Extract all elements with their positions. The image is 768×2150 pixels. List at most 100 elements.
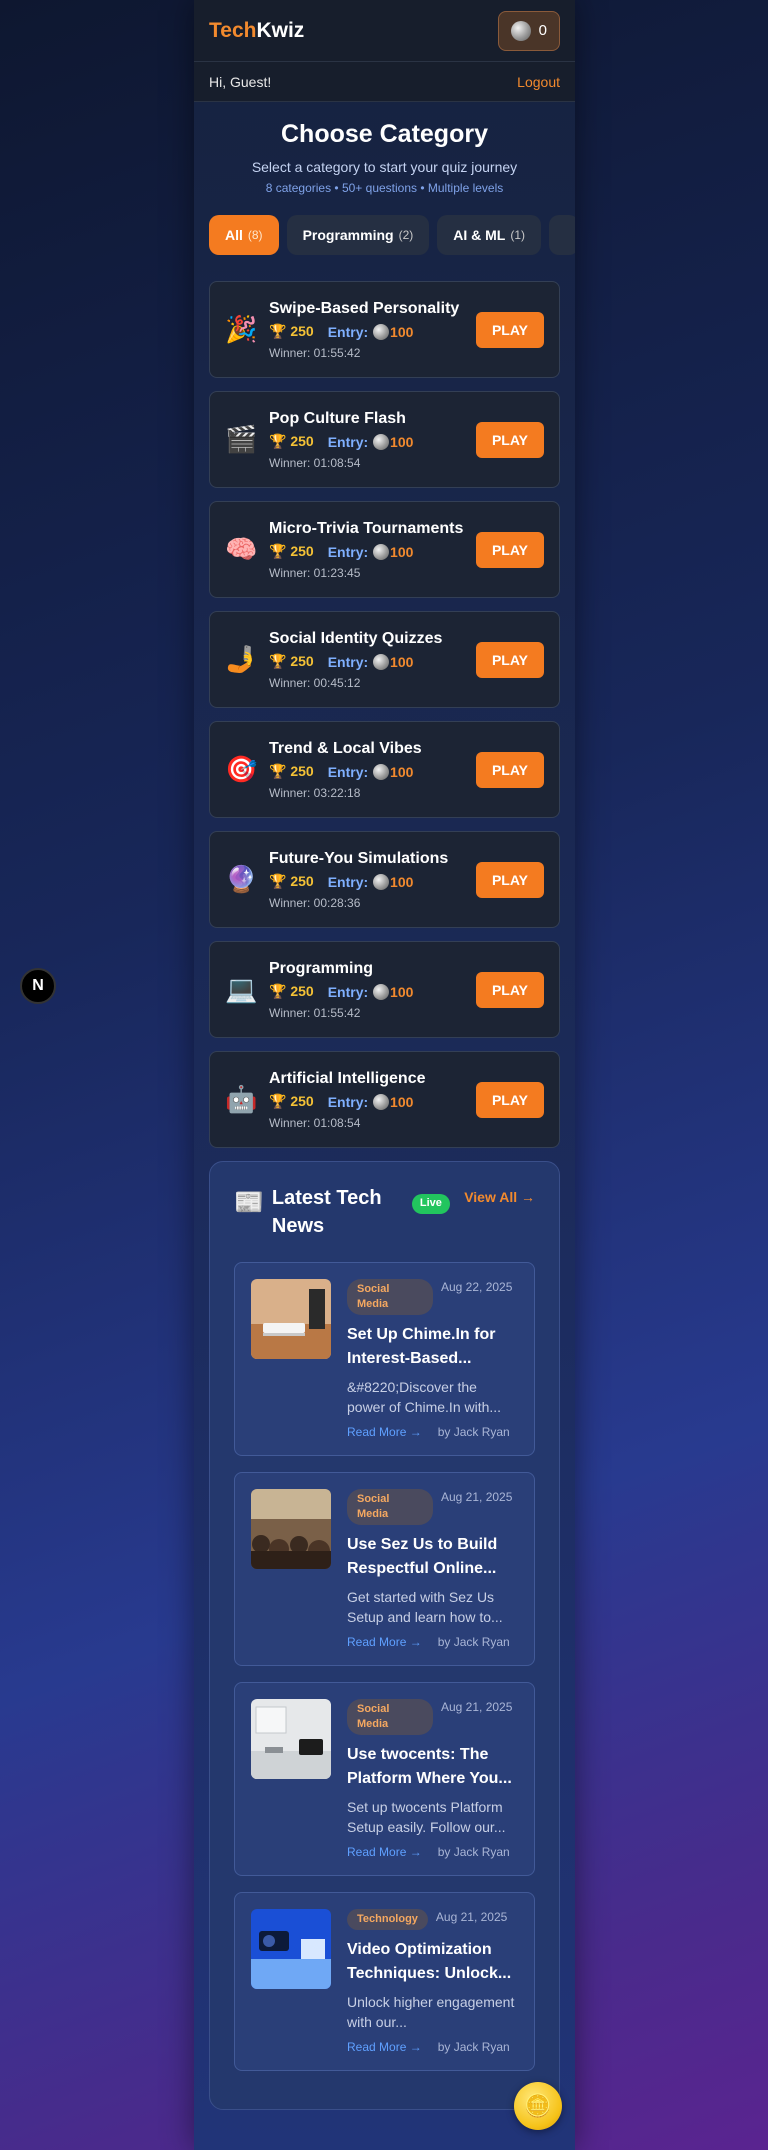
quiz-card[interactable]: 🤳 Social Identity Quizzes 🏆 250 Entry: 1… — [209, 611, 560, 708]
play-button[interactable]: PLAY — [476, 861, 544, 898]
tab-count: (2) — [398, 228, 414, 242]
tab-programming[interactable]: Programming (2) — [286, 215, 430, 255]
category-badge: Technology — [347, 1909, 428, 1930]
entry-fee: Entry: 100 — [328, 873, 414, 890]
prize-value: 250 — [290, 653, 314, 669]
article-meta: Technology Aug 21, 2025 — [347, 1909, 518, 1930]
live-badge: Live — [411, 1194, 450, 1214]
article-date: Aug 21, 2025 — [441, 1700, 513, 1714]
quiz-card[interactable]: 🎬 Pop Culture Flash 🏆 250 Entry: 100 Win… — [209, 391, 560, 488]
tab-all[interactable]: All (8) — [209, 215, 279, 255]
page-meta: 8 categories • 50+ questions • Multiple … — [265, 181, 504, 195]
article-title[interactable]: Video Optimization Techniques: Unlock... — [347, 1938, 518, 1986]
selfie-icon: 🤳 — [225, 644, 258, 674]
entry-value: 100 — [390, 1093, 414, 1110]
play-button[interactable]: PLAY — [476, 531, 544, 568]
entry-fee: Entry: 100 — [327, 983, 413, 1000]
winner-time: Winner: 01:55:42 — [269, 346, 361, 360]
logout-link[interactable]: Logout — [517, 74, 560, 90]
quiz-name: Programming — [269, 960, 374, 977]
news-title: Latest Tech News — [271, 1187, 382, 1237]
article-thumbnail — [251, 1699, 331, 1779]
read-more-link[interactable]: Read More → — [347, 2040, 422, 2054]
greeting-text: Hi, Guest! — [209, 73, 272, 90]
entry-label: Entry: — [327, 543, 369, 560]
page-title: Choose Category — [281, 120, 488, 148]
prize-value: 250 — [290, 763, 314, 779]
read-more-link[interactable]: Read More → — [347, 1425, 422, 1439]
article-date: Aug 21, 2025 — [441, 1490, 513, 1504]
quiz-name: Micro-Trivia Tournaments — [269, 520, 464, 537]
play-button[interactable]: PLAY — [476, 311, 544, 348]
play-button[interactable]: PLAY — [476, 421, 544, 458]
quiz-info: Artificial Intelligence 🏆 250 Entry: 100… — [269, 1069, 476, 1130]
nextjs-badge-icon[interactable]: N — [20, 968, 56, 1004]
tech-news-section: 📰 Latest Tech News Live View All → Socia… — [209, 1161, 560, 2110]
prize-amount: 🏆 250 — [269, 763, 314, 780]
article-thumbnail — [251, 1909, 331, 1989]
quiz-stats: 🏆 250 Entry: 100 — [269, 323, 476, 340]
tab-ai-ml[interactable]: AI & ML (1) — [437, 215, 542, 255]
trophy-icon: 🏆 — [269, 543, 287, 559]
news-article[interactable]: Social Media Aug 21, 2025 Use twocents: … — [234, 1682, 535, 1876]
party-popper-icon: 🎉 — [225, 314, 258, 344]
coin-icon — [373, 653, 390, 670]
quiz-card[interactable]: 🎯 Trend & Local Vibes 🏆 250 Entry: 100 W… — [209, 721, 560, 818]
coin-icon — [373, 543, 390, 560]
page-subtitle: Select a category to start your quiz jou… — [251, 159, 518, 175]
news-article[interactable]: Technology Aug 21, 2025 Video Optimizati… — [234, 1892, 535, 2071]
trophy-icon: 🏆 — [269, 323, 287, 339]
target-icon: 🎯 — [225, 754, 258, 784]
article-meta: Social Media Aug 21, 2025 — [347, 1699, 518, 1735]
entry-value: 100 — [390, 763, 414, 780]
prize-value: 250 — [290, 543, 314, 559]
quiz-info: Pop Culture Flash 🏆 250 Entry: 100 Winne… — [269, 409, 476, 470]
quiz-name: Pop Culture Flash — [269, 410, 406, 427]
view-all-link[interactable]: View All → — [464, 1188, 535, 1206]
news-header: 📰 Latest Tech News Live View All → — [234, 1184, 535, 1240]
play-button[interactable]: PLAY — [476, 971, 544, 1008]
article-meta: Social Media Aug 22, 2025 — [347, 1279, 518, 1315]
article-title[interactable]: Use Sez Us to Build Respectful Online... — [347, 1533, 518, 1581]
quiz-card[interactable]: 🎉 Swipe-Based Personality 🏆 250 Entry: 1… — [209, 281, 560, 378]
entry-value: 100 — [390, 873, 414, 890]
logo-part-tech: Tech — [209, 18, 257, 42]
quiz-stats: 🏆 250 Entry: 100 — [269, 763, 476, 780]
prize-amount: 🏆 250 — [269, 543, 314, 560]
quiz-name: Trend & Local Vibes — [269, 740, 422, 757]
quiz-info: Social Identity Quizzes 🏆 250 Entry: 100… — [269, 629, 476, 690]
app-logo[interactable]: TechKwiz — [209, 19, 304, 43]
quiz-info: Micro-Trivia Tournaments 🏆 250 Entry: 10… — [269, 519, 476, 580]
prize-value: 250 — [290, 873, 314, 889]
trophy-icon: 🏆 — [269, 873, 287, 889]
entry-label: Entry: — [327, 983, 369, 1000]
article-body: Social Media Aug 22, 2025 Set Up Chime.I… — [347, 1279, 518, 1439]
play-button[interactable]: PLAY — [476, 751, 544, 788]
play-button[interactable]: PLAY — [476, 641, 544, 678]
play-button[interactable]: PLAY — [476, 1081, 544, 1118]
read-more-link[interactable]: Read More → — [347, 1845, 422, 1859]
robot-icon: 🤖 — [225, 1084, 258, 1114]
tab-more[interactable] — [549, 215, 575, 255]
trophy-icon: 🏆 — [269, 763, 287, 779]
quiz-card[interactable]: 🔮 Future-You Simulations 🏆 250 Entry: 10… — [209, 831, 560, 928]
news-article[interactable]: Social Media Aug 22, 2025 Set Up Chime.I… — [234, 1262, 535, 1456]
quiz-card[interactable]: 🧠 Micro-Trivia Tournaments 🏆 250 Entry: … — [209, 501, 560, 598]
category-badge: Social Media — [347, 1279, 433, 1315]
quiz-card[interactable]: 🤖 Artificial Intelligence 🏆 250 Entry: 1… — [209, 1051, 560, 1148]
top-header: TechKwiz 0 — [194, 0, 575, 62]
news-article[interactable]: Social Media Aug 21, 2025 Use Sez Us to … — [234, 1472, 535, 1666]
floating-coin-button[interactable]: 🪙 — [514, 2082, 562, 2130]
article-thumbnail — [251, 1489, 331, 1569]
read-more-link[interactable]: Read More → — [347, 1635, 422, 1649]
coin-icon — [373, 763, 390, 780]
winner-time: Winner: 01:08:54 — [269, 456, 361, 470]
coin-balance-button[interactable]: 0 — [497, 10, 560, 51]
article-author: by Jack Ryan — [437, 1425, 510, 1439]
quiz-card[interactable]: 💻 Programming 🏆 250 Entry: 100 Winner: 0… — [209, 941, 560, 1038]
quiz-info: Trend & Local Vibes 🏆 250 Entry: 100 Win… — [269, 739, 476, 800]
article-title[interactable]: Set Up Chime.In for Interest-Based... — [347, 1323, 518, 1371]
article-title[interactable]: Use twocents: The Platform Where You... — [347, 1743, 518, 1791]
coin-icon — [510, 20, 531, 41]
trophy-icon: 🏆 — [269, 433, 287, 449]
